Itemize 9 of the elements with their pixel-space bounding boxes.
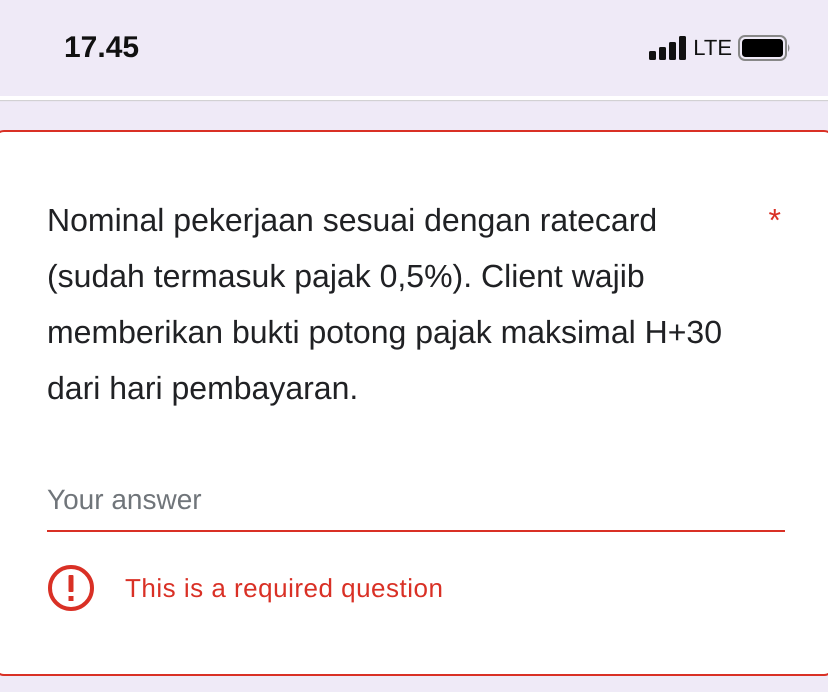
answer-field[interactable]: Your answer (47, 476, 785, 532)
error-message: This is a required question (125, 572, 444, 604)
battery-icon (738, 35, 792, 61)
question-text: Nominal pekerjaan sesuai dengan ratecard (sudah termasuk pajak 0,5%). Client wajib memberikan bukti potong pajak maksimal H+30 dari hari pembayaran. (47, 201, 723, 408)
error-icon (47, 564, 95, 612)
signal-icon (649, 36, 688, 60)
network-label: LTE (693, 35, 732, 61)
required-mark: * (768, 201, 781, 240)
status-time: 17.45 (64, 31, 140, 65)
